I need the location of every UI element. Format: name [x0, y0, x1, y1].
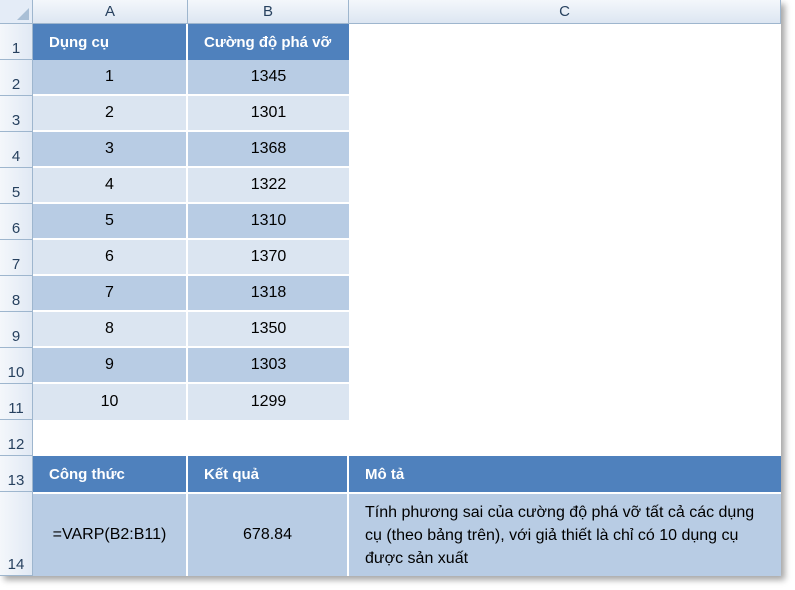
row-header-9[interactable]: 9: [0, 312, 33, 348]
cell-a3[interactable]: 2: [33, 96, 188, 132]
row-header-11[interactable]: 11: [0, 384, 33, 420]
cell-a8[interactable]: 7: [33, 276, 188, 312]
row-header-7[interactable]: 7: [0, 240, 33, 276]
column-header-a[interactable]: A: [33, 0, 188, 24]
cell-b5[interactable]: 1322: [188, 168, 349, 204]
column-header-c[interactable]: C: [349, 0, 781, 24]
cell-a9[interactable]: 8: [33, 312, 188, 348]
row-header-12[interactable]: 12: [0, 420, 33, 456]
row-header-14[interactable]: 14: [0, 492, 33, 576]
cell-b2[interactable]: 1345: [188, 60, 349, 96]
cell-b6[interactable]: 1310: [188, 204, 349, 240]
cell-b8[interactable]: 1318: [188, 276, 349, 312]
header-dung-cu[interactable]: Dụng cụ: [33, 24, 188, 60]
cell-a2[interactable]: 1: [33, 60, 188, 96]
row-header-13[interactable]: 13: [0, 456, 33, 492]
cell-b3[interactable]: 1301: [188, 96, 349, 132]
cell-b4[interactable]: 1368: [188, 132, 349, 168]
select-all-icon: [17, 8, 29, 20]
cell-a6[interactable]: 5: [33, 204, 188, 240]
row-header-6[interactable]: 6: [0, 204, 33, 240]
header-cong-thuc[interactable]: Công thức: [33, 456, 188, 492]
cell-description[interactable]: Tính phương sai của cường độ phá vỡ tất …: [349, 492, 781, 576]
column-header-b[interactable]: B: [188, 0, 349, 24]
spreadsheet: A B C 1 2 3 4 5 6 7 8 9 10 11 12 13 14 D…: [0, 0, 781, 576]
header-cuong-do-pha-vo[interactable]: Cường độ phá vỡ: [188, 24, 349, 60]
row-header-1[interactable]: 1: [0, 24, 33, 60]
header-ket-qua[interactable]: Kết quả: [188, 456, 349, 492]
row-header-2[interactable]: 2: [0, 60, 33, 96]
cell-result[interactable]: 678.84: [188, 492, 349, 576]
cell-b9[interactable]: 1350: [188, 312, 349, 348]
row-header-4[interactable]: 4: [0, 132, 33, 168]
cell-b11[interactable]: 1299: [188, 384, 349, 420]
row-header-8[interactable]: 8: [0, 276, 33, 312]
row-header-5[interactable]: 5: [0, 168, 33, 204]
cell-a7[interactable]: 6: [33, 240, 188, 276]
cell-a5[interactable]: 4: [33, 168, 188, 204]
cell-a4[interactable]: 3: [33, 132, 188, 168]
cell-a10[interactable]: 9: [33, 348, 188, 384]
cell-formula[interactable]: =VARP(B2:B11): [33, 492, 188, 576]
row-header-10[interactable]: 10: [0, 348, 33, 384]
select-all-button[interactable]: [0, 0, 33, 24]
cell-b10[interactable]: 1303: [188, 348, 349, 384]
cell-b7[interactable]: 1370: [188, 240, 349, 276]
row-header-3[interactable]: 3: [0, 96, 33, 132]
header-mo-ta[interactable]: Mô tả: [349, 456, 781, 492]
cell-a11[interactable]: 10: [33, 384, 188, 420]
